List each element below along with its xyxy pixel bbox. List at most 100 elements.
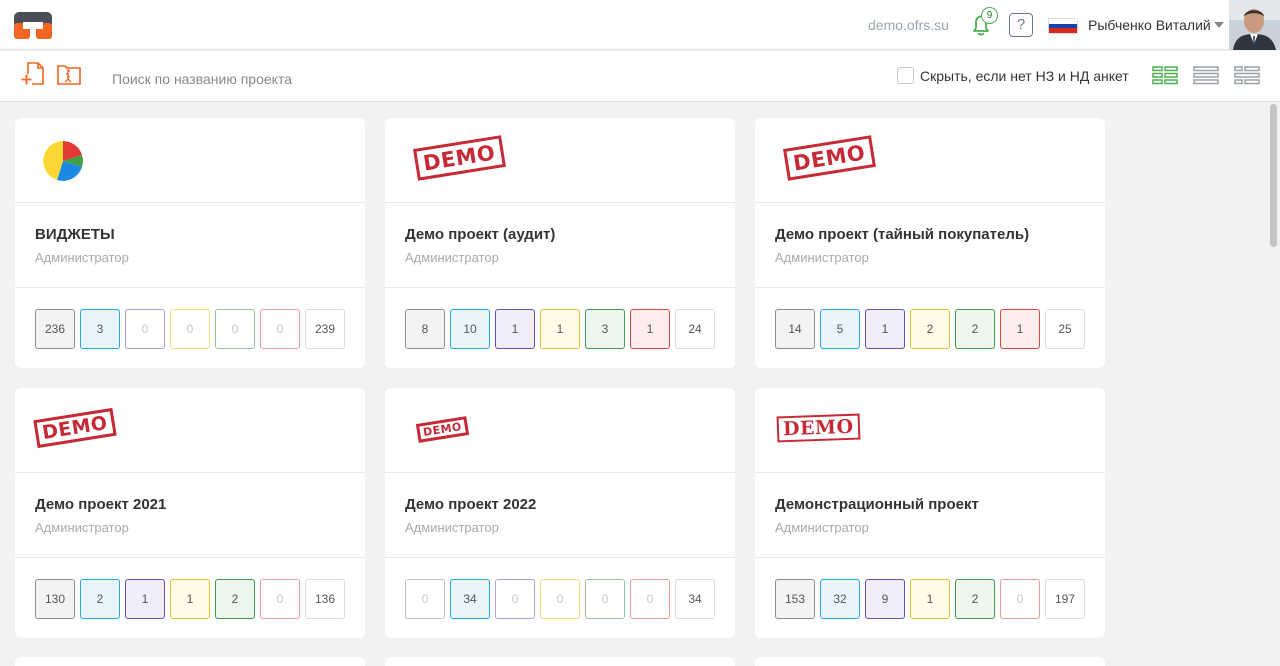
company-logo[interactable]	[14, 12, 52, 39]
domain-link[interactable]: demo.ofrs.su	[868, 17, 949, 33]
demo-stamp-icon: DEMO	[413, 135, 506, 181]
project-logo: DEMO	[385, 118, 735, 203]
stat-counter[interactable]: 2	[955, 309, 995, 349]
project-title[interactable]: Демонстрационный проект	[775, 496, 979, 513]
project-title[interactable]: ВИДЖЕТЫ	[35, 226, 115, 243]
stat-counter[interactable]: 0	[630, 579, 670, 619]
project-stats: 236 3 0 0 0 0 239	[15, 287, 365, 368]
project-role: Администратор	[405, 520, 499, 535]
stat-counter[interactable]: 1	[125, 579, 165, 619]
stat-counter[interactable]: 1	[170, 579, 210, 619]
top-header: demo.ofrs.su 9 ? Рыбченко Виталий	[0, 0, 1280, 50]
demo-stamp-icon: DEMO	[33, 407, 117, 449]
stat-counter[interactable]: 0	[495, 579, 535, 619]
stat-counter[interactable]: 239	[305, 309, 345, 349]
search-input[interactable]	[112, 68, 512, 90]
stat-counter[interactable]: 130	[35, 579, 75, 619]
stat-counter[interactable]: 2	[80, 579, 120, 619]
projects-toolbar: Скрыть, если нет НЗ и НД анкет	[0, 51, 1280, 102]
stat-counter[interactable]: 0	[1000, 579, 1040, 619]
stat-counter[interactable]: 25	[1045, 309, 1085, 349]
project-logo: DEMO	[15, 388, 365, 473]
stat-counter[interactable]: 9	[865, 579, 905, 619]
project-stats: 14 5 1 2 2 1 25	[755, 287, 1105, 368]
stat-counter[interactable]: 153	[775, 579, 815, 619]
stat-counter[interactable]: 1	[630, 309, 670, 349]
language-flag-icon[interactable]	[1048, 18, 1078, 34]
notification-badge: 9	[981, 7, 998, 24]
project-logo: DEMO	[755, 388, 1105, 473]
project-card[interactable]: DEMO Демо проект 2022 Администратор 0 34 0 0 0 0…	[385, 388, 735, 638]
stat-counter[interactable]: 0	[405, 579, 445, 619]
project-stats: 8 10 1 1 3 1 24	[385, 287, 735, 368]
project-role: Администратор	[775, 250, 869, 265]
stat-counter[interactable]: 3	[585, 309, 625, 349]
project-logo: DEMO	[385, 388, 735, 473]
project-role: Администратор	[35, 520, 129, 535]
project-card[interactable]: ВИДЖЕТЫ Администратор 236 3 0 0 0 0 239	[15, 118, 365, 368]
project-card[interactable]: DEMO Демонстрационный проект Администратор…	[755, 388, 1105, 638]
list-view-icon[interactable]	[1193, 65, 1219, 85]
stat-counter[interactable]: 2	[910, 309, 950, 349]
archive-folder-icon[interactable]	[56, 61, 82, 87]
project-card-partial[interactable]	[15, 657, 365, 666]
project-card-partial[interactable]	[755, 657, 1105, 666]
stat-counter[interactable]: 1	[1000, 309, 1040, 349]
project-title[interactable]: Демо проект 2022	[405, 496, 536, 513]
add-project-icon[interactable]	[21, 61, 47, 87]
demo-stamp-icon: DEMO	[776, 413, 860, 443]
stat-counter[interactable]: 34	[675, 579, 715, 619]
stat-counter[interactable]: 24	[675, 309, 715, 349]
stat-counter[interactable]: 0	[125, 309, 165, 349]
user-menu[interactable]: Рыбченко Виталий	[1088, 17, 1211, 33]
project-card[interactable]: DEMO Демо проект (аудит) Администратор 8 10 1…	[385, 118, 735, 368]
stat-counter[interactable]: 0	[215, 309, 255, 349]
stat-counter[interactable]: 8	[405, 309, 445, 349]
stat-counter[interactable]: 10	[450, 309, 490, 349]
stat-counter[interactable]: 1	[495, 309, 535, 349]
stat-counter[interactable]: 2	[955, 579, 995, 619]
project-role: Администратор	[35, 250, 129, 265]
stat-counter[interactable]: 0	[540, 579, 580, 619]
stat-counter[interactable]: 0	[260, 309, 300, 349]
project-stats: 130 2 1 1 2 0 136	[15, 557, 365, 638]
project-card[interactable]: DEMO Демо проект (тайный покупатель) Админ…	[755, 118, 1105, 368]
stat-counter[interactable]: 32	[820, 579, 860, 619]
project-role: Администратор	[775, 520, 869, 535]
stat-counter[interactable]: 197	[1045, 579, 1085, 619]
compact-view-icon[interactable]	[1234, 65, 1260, 85]
stat-counter[interactable]: 3	[80, 309, 120, 349]
project-stats: 153 32 9 1 2 0 197	[755, 557, 1105, 638]
project-title[interactable]: Демо проект (тайный покупатель)	[775, 226, 1029, 243]
project-card-partial[interactable]	[385, 657, 735, 666]
demo-stamp-icon: DEMO	[783, 135, 876, 181]
stat-counter[interactable]: 5	[820, 309, 860, 349]
chevron-down-icon[interactable]	[1214, 22, 1224, 28]
project-role: Администратор	[405, 250, 499, 265]
stat-counter[interactable]: 34	[450, 579, 490, 619]
hide-empty-label[interactable]: Скрыть, если нет НЗ и НД анкет	[920, 68, 1129, 84]
project-card[interactable]: DEMO Демо проект 2021 Администратор 130 2 1 1 2…	[15, 388, 365, 638]
project-title[interactable]: Демо проект (аудит)	[405, 226, 555, 243]
project-logo	[15, 118, 365, 203]
stat-counter[interactable]: 14	[775, 309, 815, 349]
stat-counter[interactable]: 0	[585, 579, 625, 619]
stat-counter[interactable]: 1	[865, 309, 905, 349]
stat-counter[interactable]: 0	[170, 309, 210, 349]
scrollbar[interactable]	[1268, 102, 1280, 666]
pie-chart-icon	[43, 141, 83, 181]
stat-counter[interactable]: 236	[35, 309, 75, 349]
stat-counter[interactable]: 136	[305, 579, 345, 619]
hide-empty-checkbox[interactable]	[897, 67, 914, 84]
grid-view-icon[interactable]	[1152, 65, 1178, 85]
stat-counter[interactable]: 2	[215, 579, 255, 619]
stat-counter[interactable]: 1	[540, 309, 580, 349]
help-button[interactable]: ?	[1009, 13, 1033, 37]
avatar[interactable]	[1229, 0, 1280, 50]
stat-counter[interactable]: 0	[260, 579, 300, 619]
project-title[interactable]: Демо проект 2021	[35, 496, 166, 513]
scrollbar-thumb[interactable]	[1270, 104, 1277, 247]
stat-counter[interactable]: 1	[910, 579, 950, 619]
project-stats: 0 34 0 0 0 0 34	[385, 557, 735, 638]
project-logo: DEMO	[755, 118, 1105, 203]
